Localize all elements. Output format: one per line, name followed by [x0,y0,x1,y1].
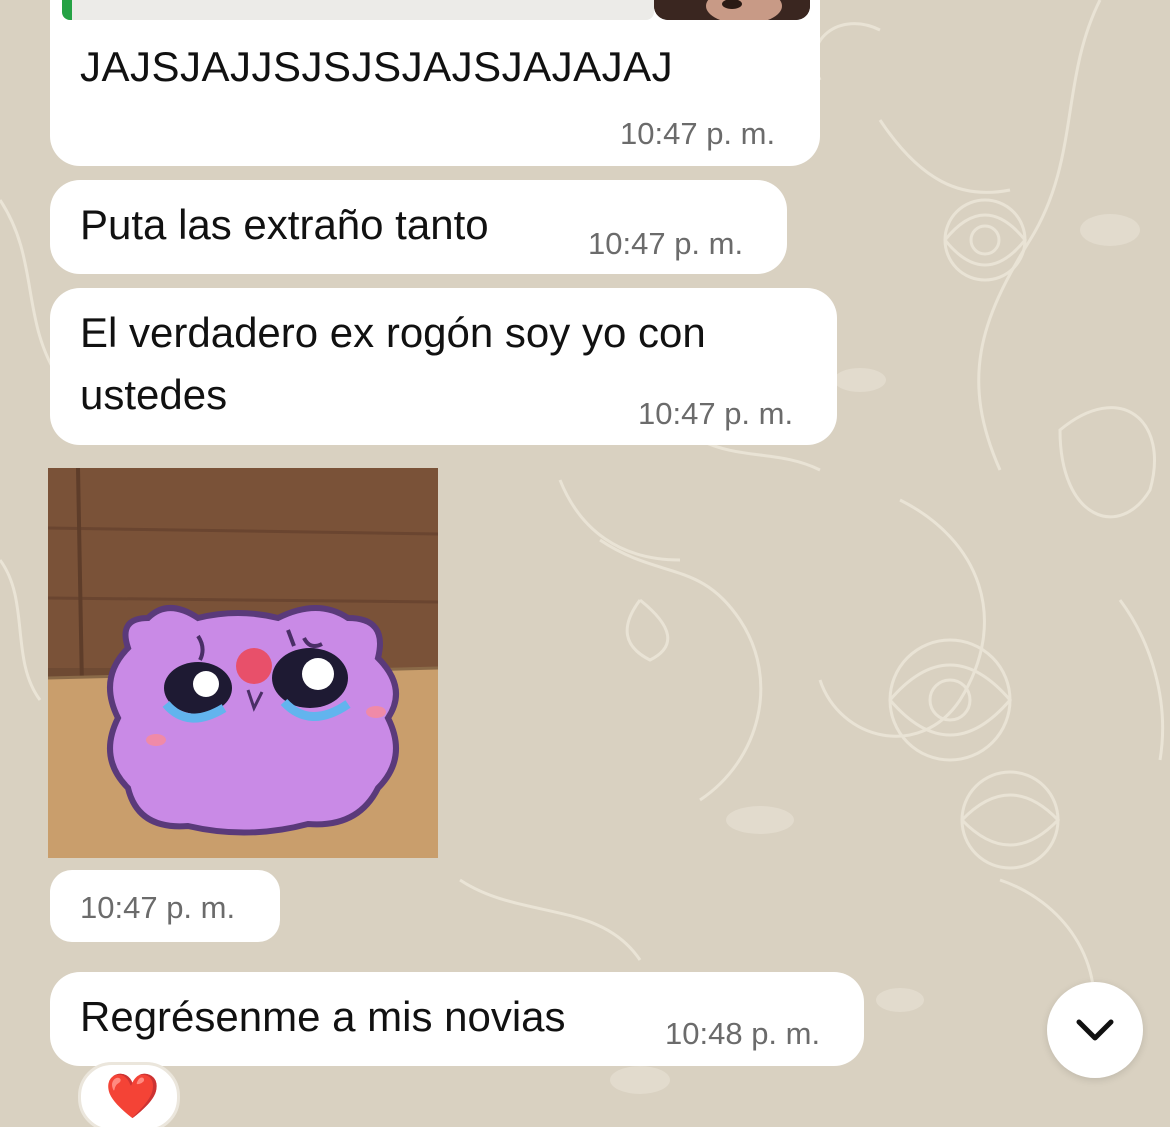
quoted-image-thumbnail [654,0,810,20]
message-timestamp: 10:47 p. m. [80,890,236,925]
heart-icon: ❤️ [105,1071,160,1122]
message-text: JAJSJAJJSJSJSJAJSJAJAJAJ [80,43,674,90]
chevron-down-icon [1076,1019,1114,1041]
message-timestamp: 10:47 p. m. [588,226,744,261]
message-text: Puta las extraño tanto [80,201,489,248]
scroll-to-bottom-button[interactable] [1047,982,1143,1078]
message-timestamp: 10:47 p. m. [638,396,794,431]
quoted-message-preview[interactable] [62,0,654,20]
message-text-line-2: ustedes [80,371,228,418]
quote-accent-bar [62,0,72,20]
message-timestamp: 10:48 p. m. [665,1016,821,1051]
message-timestamp: 10:47 p. m. [620,116,776,151]
message-text: Regrésenme a mis novias [80,993,566,1040]
crying-creature-sticker[interactable] [48,468,438,858]
reaction-badge[interactable]: ❤️ [78,1062,180,1127]
message-text-line-1: El verdadero ex rogón soy yo con [80,309,706,356]
